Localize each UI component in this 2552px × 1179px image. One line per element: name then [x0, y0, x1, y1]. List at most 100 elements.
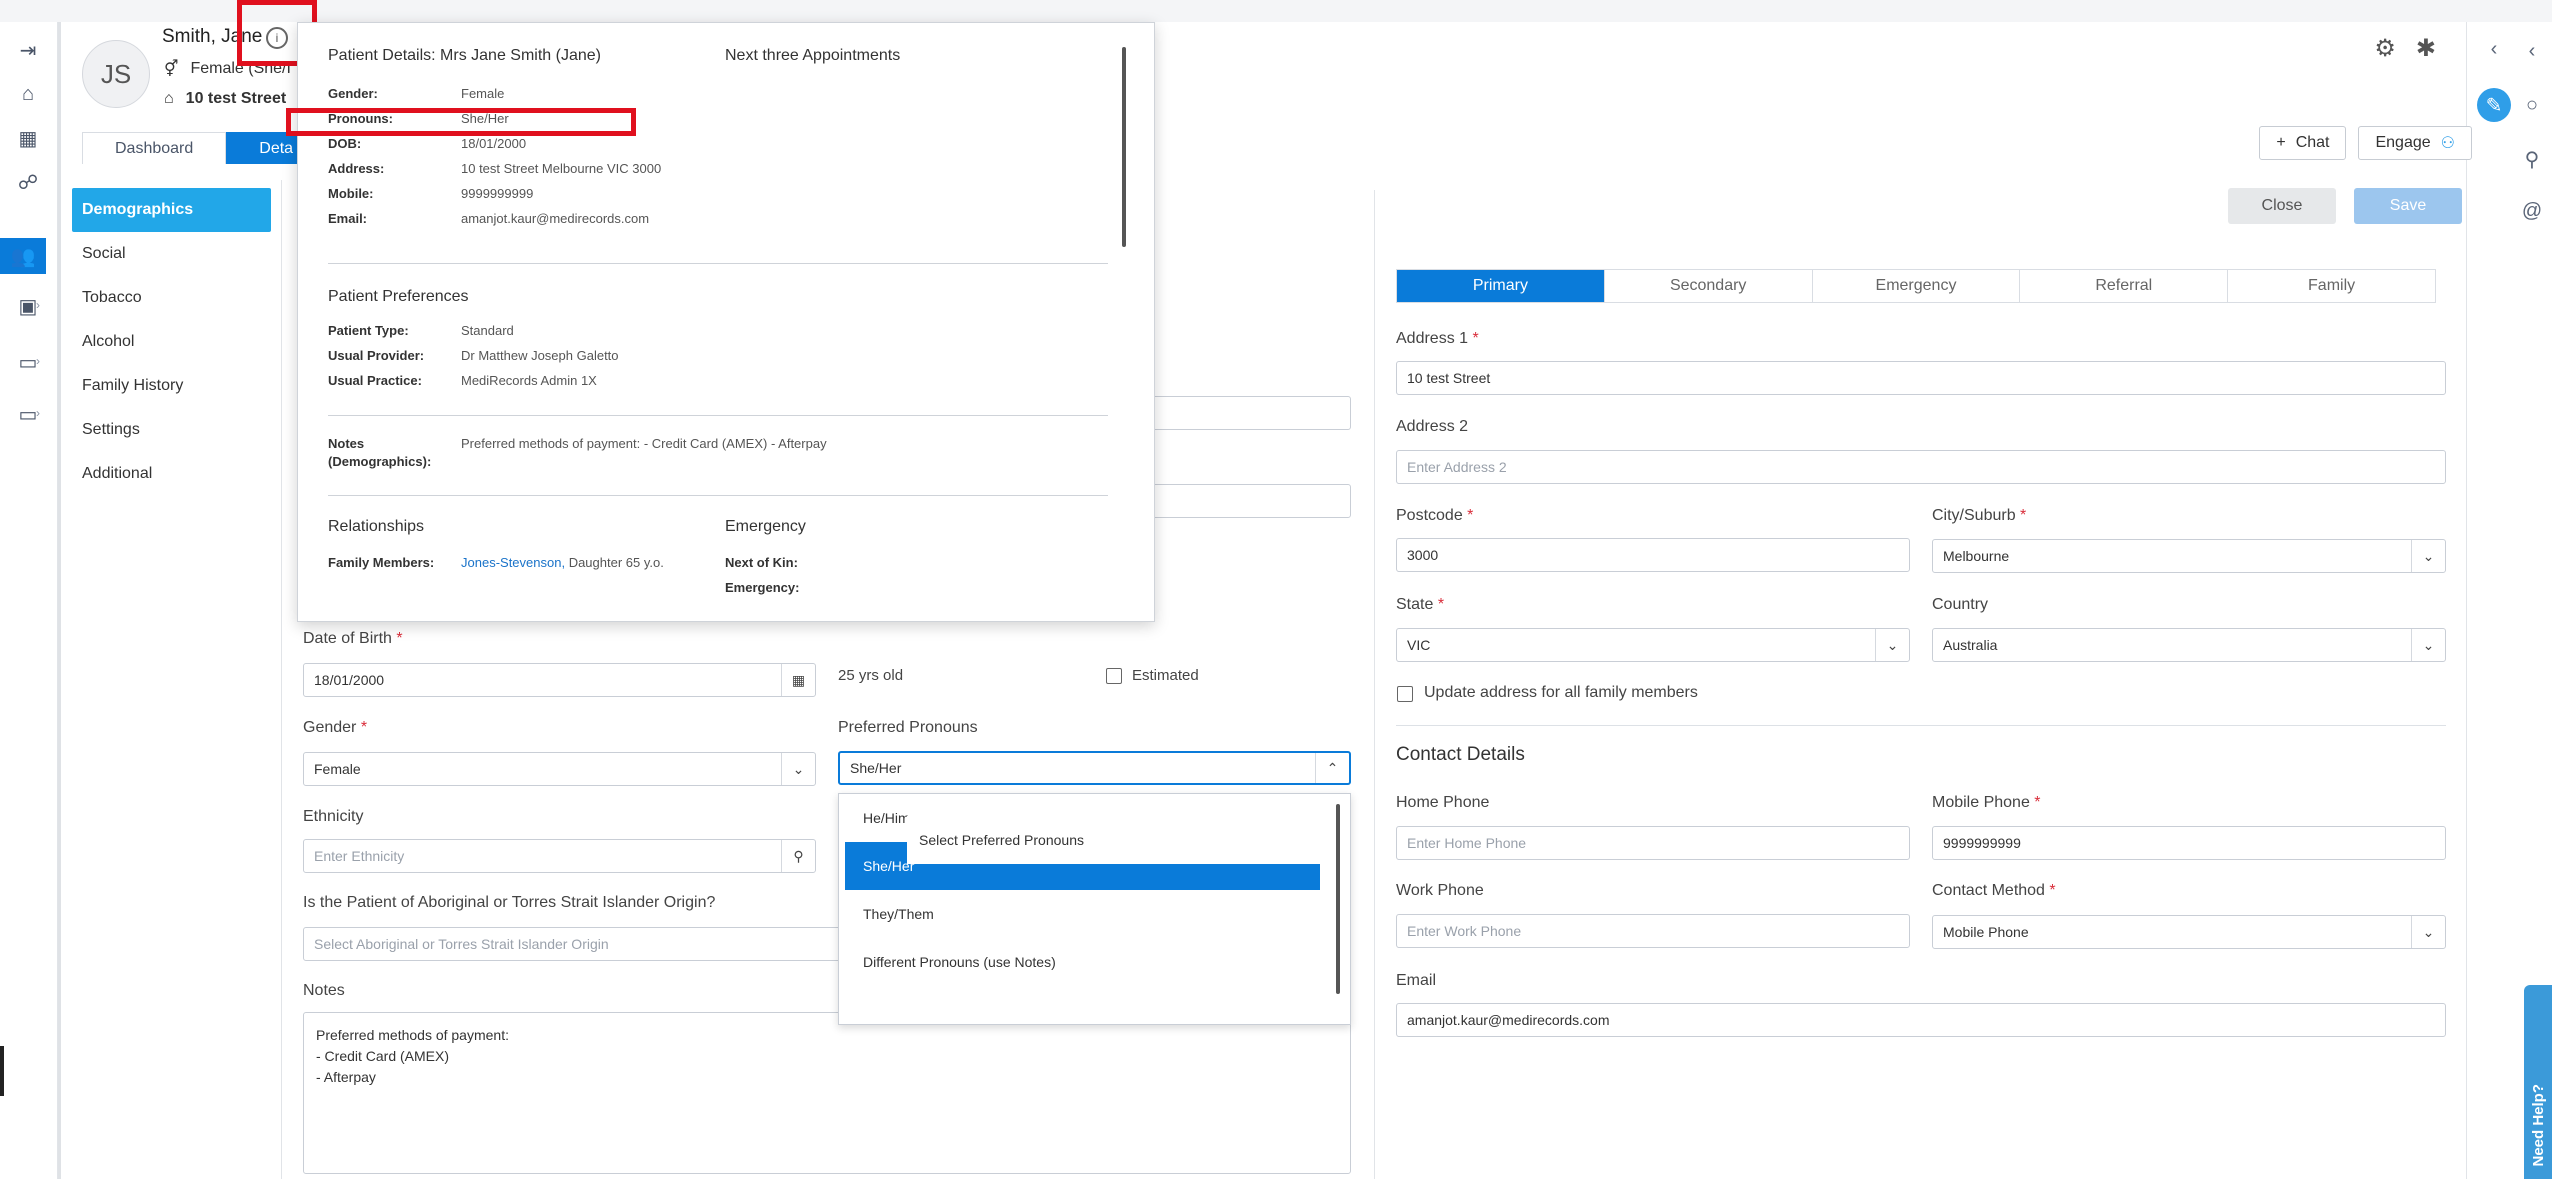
mobile-phone-input[interactable]: 9999999999: [1932, 826, 2446, 860]
patient-icon[interactable]: 👥: [0, 238, 46, 274]
city-select[interactable]: Melbourne ⌄: [1932, 539, 2446, 573]
family-members-value: Jones-Stevenson, Daughter 65 y.o.: [461, 555, 664, 570]
chat-button[interactable]: + Chat: [2259, 126, 2347, 160]
nav-additional[interactable]: Additional: [72, 452, 271, 496]
folder-export-icon[interactable]: ▭: [10, 396, 46, 432]
need-help-button[interactable]: Need Help?: [2524, 985, 2552, 1179]
age-text: 25 yrs old: [838, 667, 904, 684]
chevron-left-icon[interactable]: ‹: [2515, 34, 2549, 68]
emergency-title: Emergency: [725, 518, 806, 535]
tab-emergency[interactable]: Emergency: [1813, 270, 2021, 302]
patient-type-key: Patient Type:: [328, 323, 409, 338]
contact-method-select[interactable]: Mobile Phone ⌄: [1932, 915, 2446, 949]
mobile-value: 9999999999: [461, 186, 534, 201]
nav-social[interactable]: Social: [72, 232, 271, 276]
mobile-key: Mobile:: [328, 186, 374, 201]
pronouns-label: Preferred Pronouns: [838, 719, 978, 736]
estimated-label: Estimated: [1132, 667, 1199, 684]
calendar-icon[interactable]: ▦: [781, 664, 815, 696]
address-tabs: Primary Secondary Emergency Referral Fam…: [1396, 269, 2436, 303]
tab-dashboard[interactable]: Dashboard: [82, 132, 227, 164]
dob-key: DOB:: [328, 136, 362, 151]
tab-referral[interactable]: Referral: [2020, 270, 2229, 302]
notes-textarea[interactable]: Preferred methods of payment: - Credit C…: [303, 1012, 1351, 1174]
search-icon[interactable]: ⚲: [781, 840, 815, 872]
tab-family[interactable]: Family: [2228, 270, 2435, 302]
gear-icon[interactable]: ⚙: [2374, 34, 2396, 63]
email-input[interactable]: amanjot.kaur@medirecords.com: [1396, 1003, 2446, 1037]
pin-icon[interactable]: ⚲: [2515, 142, 2549, 176]
expand-menu-icon[interactable]: ⇥: [10, 32, 46, 68]
update-family-checkbox[interactable]: [1397, 686, 1413, 702]
state-select[interactable]: VIC ⌄: [1396, 628, 1910, 662]
work-phone-input[interactable]: Enter Work Phone: [1396, 914, 1910, 948]
family-member-link[interactable]: Jones-Stevenson,: [461, 555, 565, 570]
divider: [58, 22, 61, 1179]
chevron-down-icon: ⌄: [1875, 629, 1909, 661]
rail-marker: [0, 1046, 4, 1096]
address2-label: Address 2: [1396, 418, 1469, 435]
chevron-right-icon: ›: [36, 354, 40, 368]
address1-input[interactable]: 10 test Street: [1396, 361, 2446, 395]
chevron-down-icon: ⌄: [781, 753, 815, 785]
chevron-left-icon[interactable]: ‹: [2477, 32, 2511, 66]
email-key: Email:: [328, 211, 368, 226]
tag-icon[interactable]: ✎: [2477, 88, 2511, 122]
gender-key: Gender:: [328, 86, 378, 101]
tab-secondary[interactable]: Secondary: [1605, 270, 1813, 302]
notes-key-sub: (Demographics):: [328, 454, 432, 469]
demographics-nav: Demographics Social Tobacco Alcohol Fami…: [62, 180, 282, 1179]
at-icon[interactable]: @: [2515, 194, 2549, 228]
nav-settings[interactable]: Settings: [72, 408, 271, 452]
ethnicity-input[interactable]: Enter Ethnicity ⚲: [303, 839, 816, 873]
estimated-checkbox[interactable]: [1106, 668, 1122, 684]
preferences-title: Patient Preferences: [328, 288, 469, 305]
chevron-right-icon: ›: [36, 406, 40, 420]
scrollbar[interactable]: [1336, 804, 1340, 994]
usual-provider-value: Dr Matthew Joseph Galetto: [461, 348, 619, 363]
chat-icon[interactable]: ○: [2515, 88, 2549, 122]
city-label: City/Suburb *: [1932, 507, 2027, 524]
nav-demographics[interactable]: Demographics: [72, 188, 271, 232]
home-icon: ⌂: [164, 90, 174, 107]
dropdown-option-different[interactable]: Different Pronouns (use Notes): [845, 938, 1320, 986]
nav-tobacco[interactable]: Tobacco: [72, 276, 271, 320]
save-button[interactable]: Save: [2354, 188, 2462, 224]
dropdown-option-they-them[interactable]: They/Them: [845, 890, 1320, 938]
postcode-input[interactable]: 3000: [1396, 538, 1910, 572]
apps-icon[interactable]: ▣: [10, 288, 46, 324]
dob-input[interactable]: 18/01/2000 ▦: [303, 663, 816, 697]
home-icon[interactable]: ⌂: [10, 76, 46, 112]
contact-details-title: Contact Details: [1396, 744, 1525, 765]
pin-icon[interactable]: ✱: [2416, 34, 2436, 63]
folder-icon[interactable]: ▭: [10, 344, 46, 380]
pronouns-select[interactable]: She/Her ⌃: [838, 751, 1351, 785]
country-select[interactable]: Australia ⌄: [1932, 628, 2446, 662]
highlight-box: [286, 108, 636, 136]
gender-label: Gender *: [303, 719, 368, 736]
gender-select[interactable]: Female ⌄: [303, 752, 816, 786]
top-strip: [0, 0, 2552, 22]
nav-family-history[interactable]: Family History: [72, 364, 271, 408]
usual-practice-key: Usual Practice:: [328, 373, 422, 388]
people-icon[interactable]: ☍: [10, 164, 46, 200]
email-label: Email: [1396, 972, 1437, 989]
divider: [328, 415, 1108, 416]
hidden-field[interactable]: [1150, 484, 1351, 518]
close-button[interactable]: Close: [2228, 188, 2336, 224]
home-phone-input[interactable]: Enter Home Phone: [1396, 826, 1910, 860]
scrollbar[interactable]: [1122, 47, 1126, 247]
tab-primary[interactable]: Primary: [1397, 270, 1605, 302]
usual-provider-key: Usual Provider:: [328, 348, 425, 363]
address2-input[interactable]: Enter Address 2: [1396, 450, 2446, 484]
address-key: Address:: [328, 161, 385, 176]
nav-alcohol[interactable]: Alcohol: [72, 320, 271, 364]
dropdown-option[interactable]: Select Preferred Pronouns: [907, 816, 1350, 864]
pronouns-dropdown: Select Preferred Pronouns He/Him She/Her…: [838, 793, 1351, 1025]
engage-button[interactable]: Engage ⚇: [2358, 126, 2472, 160]
calendar-icon[interactable]: ▦: [10, 120, 46, 156]
next-of-kin-key: Next of Kin:: [725, 555, 798, 570]
atsi-select[interactable]: Select Aboriginal or Torres Strait Islan…: [303, 927, 843, 961]
chevron-down-icon: ⌄: [2411, 540, 2445, 572]
hidden-field[interactable]: [1150, 396, 1351, 430]
